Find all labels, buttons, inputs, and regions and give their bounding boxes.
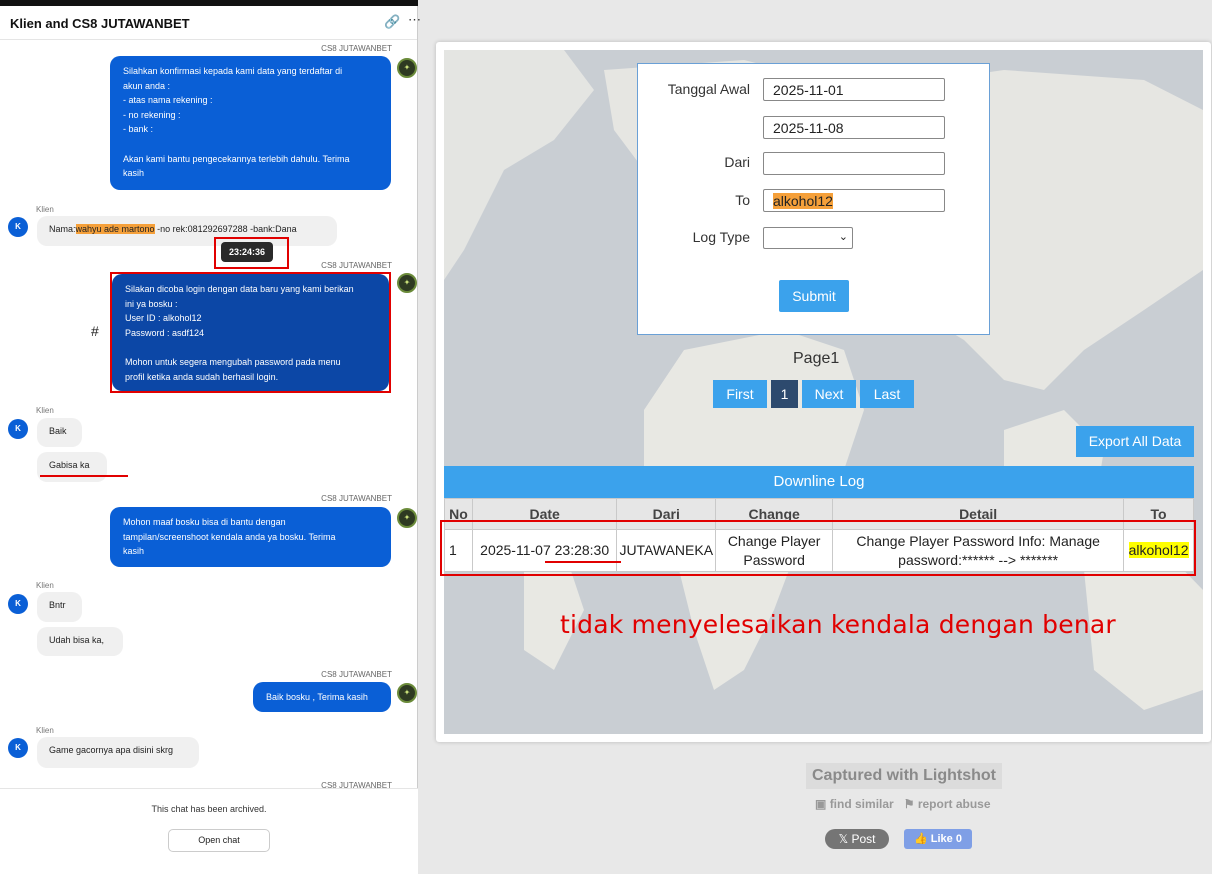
sender-name: Klien: [36, 581, 54, 590]
submit-button[interactable]: Submit: [779, 280, 849, 312]
annotation-underline: [545, 561, 621, 563]
agent-avatar: ✦: [397, 683, 417, 703]
page-label: Page1: [793, 350, 840, 367]
sender-name: Klien: [36, 205, 54, 214]
from-input[interactable]: [763, 152, 945, 175]
sender-name: CS8 JUTAWANBET: [321, 261, 392, 270]
to-input[interactable]: alkohol12: [763, 189, 945, 212]
end-date-input[interactable]: 2025-11-08: [763, 116, 945, 139]
to-label: To: [735, 192, 750, 208]
from-label: Dari: [724, 154, 750, 170]
agent-message: Baik bosku , Terima kasih: [253, 682, 391, 712]
sender-name: Klien: [36, 726, 54, 735]
log-type-label: Log Type: [692, 229, 750, 245]
sender-name: Klien: [36, 406, 54, 415]
agent-avatar: ✦: [397, 58, 417, 78]
chat-header: Klien and CS8 JUTAWANBET 🔗 ⋯: [0, 6, 421, 40]
first-page-button[interactable]: First: [713, 380, 767, 408]
agent-message: Silahkan konfirmasi kepada kami data yan…: [110, 56, 391, 190]
client-avatar: K: [8, 217, 28, 237]
report-abuse-link[interactable]: report abuse: [918, 797, 991, 811]
client-avatar: K: [8, 419, 28, 439]
to-input-value: alkohol12: [773, 193, 833, 209]
lightshot-links: ▣ find similar ⚑ report abuse: [815, 797, 991, 811]
client-message: Game gacornya apa disini skrg: [37, 737, 199, 768]
message-list[interactable]: CS8 JUTAWANBET Silahkan konfirmasi kepad…: [0, 41, 418, 788]
start-date-label: Tanggal Awal: [667, 81, 750, 97]
sender-name: CS8 JUTAWANBET: [321, 781, 392, 788]
client-message: Gabisa ka: [37, 452, 107, 482]
chevron-down-icon: ⌄: [838, 231, 848, 243]
sender-name: CS8 JUTAWANBET: [321, 670, 392, 679]
archived-notice: This chat has been archived.: [151, 804, 267, 814]
post-label: Post: [851, 832, 876, 846]
agent-message: Mohon maaf bosku bisa di bantu dengan ta…: [110, 507, 391, 567]
client-message: Udah bisa ka,: [37, 627, 123, 656]
client-message: Baik: [37, 418, 82, 447]
annotation-underline: [40, 475, 128, 477]
table-title: Downline Log: [444, 466, 1194, 498]
lightshot-badge[interactable]: Captured with Lightshot: [806, 763, 1002, 789]
chat-title: Klien and CS8 JUTAWANBET: [10, 16, 190, 31]
like-label: Like 0: [930, 833, 962, 845]
camera-icon: ▣: [815, 797, 827, 811]
start-date-input[interactable]: 2025-11-01: [763, 78, 945, 101]
message-text: Nama:: [49, 224, 76, 234]
annotation-text: tidak menyelesaikan kendala dengan benar: [560, 610, 1116, 639]
client-message: Nama:wahyu ade martono -no rek:081292697…: [37, 216, 337, 246]
client-message: Bntr: [37, 592, 82, 622]
timestamp-tooltip: 23:24:36: [221, 242, 274, 262]
annotation-box: [110, 272, 391, 393]
log-type-select[interactable]: ⌄: [763, 227, 853, 249]
export-all-button[interactable]: Export All Data: [1076, 426, 1194, 457]
x-post-button[interactable]: 𝕏 Post: [825, 829, 889, 849]
flag-icon: ⚑: [903, 797, 915, 811]
sender-name: CS8 JUTAWANBET: [321, 494, 392, 503]
chat-footer: This chat has been archived. Open chat: [0, 788, 418, 874]
client-avatar: K: [8, 594, 28, 614]
agent-avatar: ✦: [397, 508, 417, 528]
last-page-button[interactable]: Last: [860, 380, 914, 408]
current-page-button[interactable]: 1: [771, 380, 798, 408]
chat-panel: Klien and CS8 JUTAWANBET 🔗 ⋯ CS8 JUTAWAN…: [0, 6, 421, 874]
more-icon[interactable]: ⋯: [408, 12, 421, 28]
link-icon[interactable]: 🔗: [384, 14, 400, 30]
x-icon: 𝕏: [838, 832, 849, 846]
message-text: -no rek:081292697288 -bank:Dana: [154, 224, 297, 234]
hash-mark: #: [91, 323, 99, 339]
thumbs-up-icon: 👍: [914, 833, 928, 845]
facebook-like-button[interactable]: 👍 Like 0: [904, 829, 972, 849]
next-page-button[interactable]: Next: [802, 380, 856, 408]
agent-avatar: ✦: [397, 273, 417, 293]
client-avatar: K: [8, 738, 28, 758]
open-chat-button[interactable]: Open chat: [168, 829, 270, 852]
find-similar-link[interactable]: find similar: [830, 797, 894, 811]
highlighted-name: wahyu ade martono: [75, 224, 155, 234]
sender-name: CS8 JUTAWANBET: [321, 44, 392, 53]
filter-form: Tanggal Awal 2025-11-01 2025-11-08 Dari …: [637, 63, 990, 335]
annotation-box: [440, 520, 1196, 576]
